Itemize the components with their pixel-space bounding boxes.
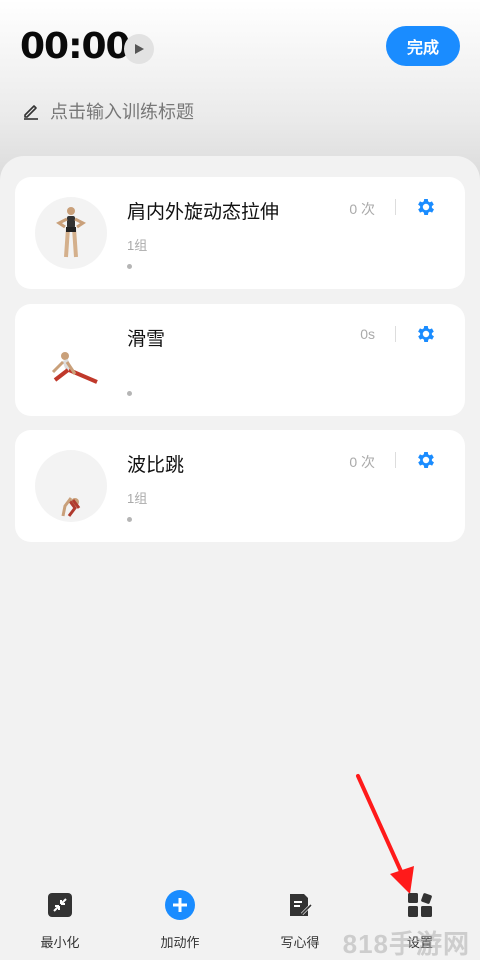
exercise-count: 0s — [360, 326, 375, 342]
exercise-figure-icon — [61, 497, 81, 517]
workout-timer: 00:00 — [20, 26, 131, 67]
workout-title-input[interactable]: 点击输入训练标题 — [22, 98, 194, 124]
play-icon — [135, 44, 144, 54]
done-button[interactable]: 完成 — [386, 26, 460, 66]
exercise-sets: 1组 — [127, 491, 148, 506]
gear-icon[interactable] — [415, 196, 437, 218]
nav-write-notes[interactable]: 写心得 — [260, 890, 340, 951]
gear-icon[interactable] — [415, 449, 437, 471]
grid-settings-icon — [408, 893, 432, 917]
exercise-dot — [127, 264, 132, 269]
nav-add-exercise-label: 加动作 — [160, 935, 200, 950]
add-circle-icon — [165, 890, 195, 920]
exercise-count: 0 次 — [349, 201, 375, 217]
exercise-sets: 1组 — [127, 238, 148, 253]
exercise-name: 波比跳 — [127, 455, 185, 476]
nav-minimize-label: 最小化 — [40, 935, 80, 950]
exercise-count: 0 次 — [349, 454, 375, 470]
exercise-dot — [127, 391, 132, 396]
exercise-figure-icon — [51, 352, 98, 384]
nav-add-exercise[interactable]: 加动作 — [140, 890, 220, 951]
exercise-name: 肩内外旋动态拉伸 — [127, 202, 280, 223]
exercise-card[interactable]: 波比跳 1组 0 次 — [15, 430, 465, 542]
exercise-figure-icon — [56, 207, 86, 258]
pencil-icon — [24, 105, 38, 120]
exercise-thumbnail — [35, 450, 107, 522]
exercise-name: 滑雪 — [127, 329, 166, 350]
divider — [395, 199, 396, 215]
divider — [395, 452, 396, 468]
workout-title-placeholder: 点击输入训练标题 — [50, 102, 194, 122]
divider — [395, 326, 396, 342]
exercise-dot — [127, 517, 132, 522]
nav-write-notes-label: 写心得 — [280, 935, 320, 950]
exercise-thumbnail — [35, 197, 107, 269]
exercise-card[interactable]: 肩内外旋动态拉伸 1组 0 次 — [15, 177, 465, 289]
exercise-card[interactable]: 滑雪 0s — [15, 304, 465, 416]
nav-minimize[interactable]: 最小化 — [20, 890, 100, 951]
note-edit-icon — [290, 894, 313, 916]
exercise-thumbnail — [35, 324, 107, 396]
minimize-icon — [48, 893, 72, 917]
play-button[interactable] — [124, 34, 154, 64]
watermark: 818手游网 — [342, 929, 470, 959]
gear-icon[interactable] — [415, 323, 437, 345]
